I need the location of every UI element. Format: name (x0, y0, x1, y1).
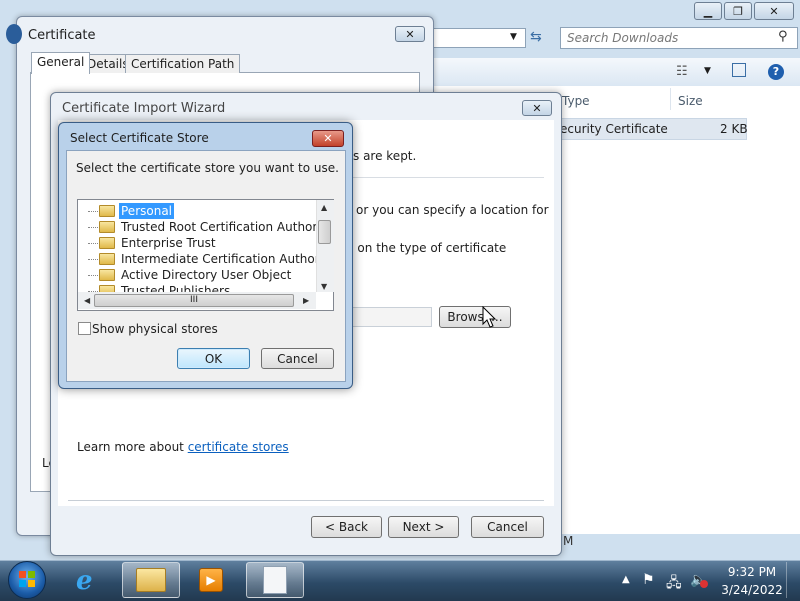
mouse-cursor-icon (482, 306, 496, 328)
folder-icon (99, 269, 115, 281)
tree-item-label: Enterprise Trust (121, 236, 216, 250)
show-physical-stores-checkbox[interactable] (78, 322, 91, 335)
certificate-dialog-title: Certificate (28, 28, 96, 43)
search-icon[interactable]: ⚲ (778, 29, 788, 44)
file-size-cell: 2 KB (720, 122, 748, 136)
close-button[interactable]: ✕ (754, 2, 794, 20)
wizard-divider (352, 177, 544, 178)
scroll-down-icon[interactable]: ▼ (321, 282, 327, 291)
media-player-icon: ▶ (199, 568, 223, 592)
explorer-caption-buttons: ▁ ❐ ✕ (694, 2, 794, 20)
certificate-stores-link[interactable]: certificate stores (188, 440, 289, 454)
wizard-cancel-button[interactable]: Cancel (471, 516, 544, 538)
learn-more-text: Learn more about certificate stores (77, 440, 289, 454)
minimize-button[interactable]: ▁ (694, 2, 722, 20)
tree-item-personal[interactable]: Personal (78, 202, 318, 220)
certificate-store-field[interactable] (352, 307, 432, 327)
tree-connector (88, 227, 98, 228)
action-center-flag-icon[interactable]: ⚑ (642, 572, 655, 588)
learn-more-prefix: Learn more about (77, 440, 188, 454)
tree-item-enterprise-trust[interactable]: Enterprise Trust (78, 235, 318, 251)
refresh-icon[interactable]: ⇆ (530, 29, 542, 45)
certificate-close-button[interactable]: ✕ (395, 26, 425, 42)
wizard-footer-divider (68, 500, 544, 501)
status-text: M (563, 534, 574, 548)
tree-connector (88, 243, 98, 244)
show-hidden-icons-icon[interactable]: ▲ (622, 574, 630, 585)
tree-item-active-directory[interactable]: Active Directory User Object (78, 267, 318, 283)
folder-icon (99, 205, 115, 217)
scroll-up-icon[interactable]: ▲ (321, 203, 327, 212)
preview-pane-icon[interactable] (732, 63, 746, 77)
tree-item-label: Trusted Root Certification Authorities (121, 220, 334, 234)
file-type-cell: ecurity Certificate (560, 122, 668, 136)
internet-explorer-icon: e (76, 566, 93, 596)
address-dropdown-icon[interactable]: ▼ (510, 32, 517, 42)
column-header-type[interactable]: Type (562, 94, 590, 108)
folder-icon (99, 221, 115, 233)
horizontal-scroll-thumb[interactable]: III (94, 294, 294, 307)
document-icon (263, 566, 287, 594)
wizard-option-text: or you can specify a location for (356, 203, 549, 217)
help-icon[interactable]: ? (768, 64, 784, 80)
search-input[interactable]: Search Downloads (560, 27, 798, 49)
vertical-scroll-thumb[interactable] (318, 220, 331, 244)
folder-icon (99, 253, 115, 265)
windows-logo-icon (19, 571, 35, 587)
tab-general[interactable]: General (31, 52, 91, 74)
muted-badge-icon (700, 580, 708, 588)
maximize-button[interactable]: ❐ (724, 2, 752, 20)
back-nav-icon[interactable] (6, 24, 22, 44)
clock-date[interactable]: 3/24/2022 (718, 583, 786, 597)
show-desktop-button[interactable] (786, 562, 799, 598)
wizard-description: s are kept. (353, 149, 417, 163)
show-physical-stores-label[interactable]: Show physical stores (92, 322, 218, 336)
column-separator[interactable] (670, 88, 671, 110)
wizard-option-text-2: d on the type of certificate (346, 241, 507, 255)
store-cancel-button[interactable]: Cancel (261, 348, 334, 369)
browse-button[interactable]: Browse... (439, 306, 511, 328)
back-button[interactable]: < Back (311, 516, 382, 538)
tree-item-label: Personal (117, 202, 176, 220)
select-store-title: Select Certificate Store (70, 131, 209, 145)
tab-certification-path[interactable]: Certification Path (125, 54, 241, 73)
next-button[interactable]: Next > (388, 516, 459, 538)
folder-icon (136, 568, 166, 592)
ok-button[interactable]: OK (177, 348, 250, 369)
tree-connector (88, 211, 98, 212)
tree-item-trusted-root[interactable]: Trusted Root Certification Authorities (78, 219, 333, 235)
tree-item-label: Intermediate Certification Authorities (121, 252, 334, 266)
select-store-close-button[interactable]: ✕ (312, 130, 344, 147)
tree-connector (88, 275, 98, 276)
select-store-prompt: Select the certificate store you want to… (76, 161, 339, 175)
wizard-close-button[interactable]: ✕ (522, 100, 552, 116)
tree-item-intermediate[interactable]: Intermediate Certification Authorities (78, 251, 333, 267)
tree-item-label: Active Directory User Object (121, 268, 292, 282)
scroll-right-icon[interactable]: ▶ (303, 296, 309, 305)
tree-connector (88, 259, 98, 260)
folder-icon (99, 237, 115, 249)
wizard-title: Certificate Import Wizard (62, 101, 226, 116)
network-icon[interactable]: 🖧 (666, 572, 682, 596)
tree-vertical-scrollbar[interactable] (316, 200, 334, 292)
column-header-size[interactable]: Size (678, 94, 703, 108)
views-icon[interactable]: ☷ (676, 64, 688, 79)
clock-time[interactable]: 9:32 PM (722, 565, 782, 579)
views-dropdown-icon[interactable]: ▼ (704, 66, 711, 76)
scroll-left-icon[interactable]: ◀ (84, 296, 90, 305)
